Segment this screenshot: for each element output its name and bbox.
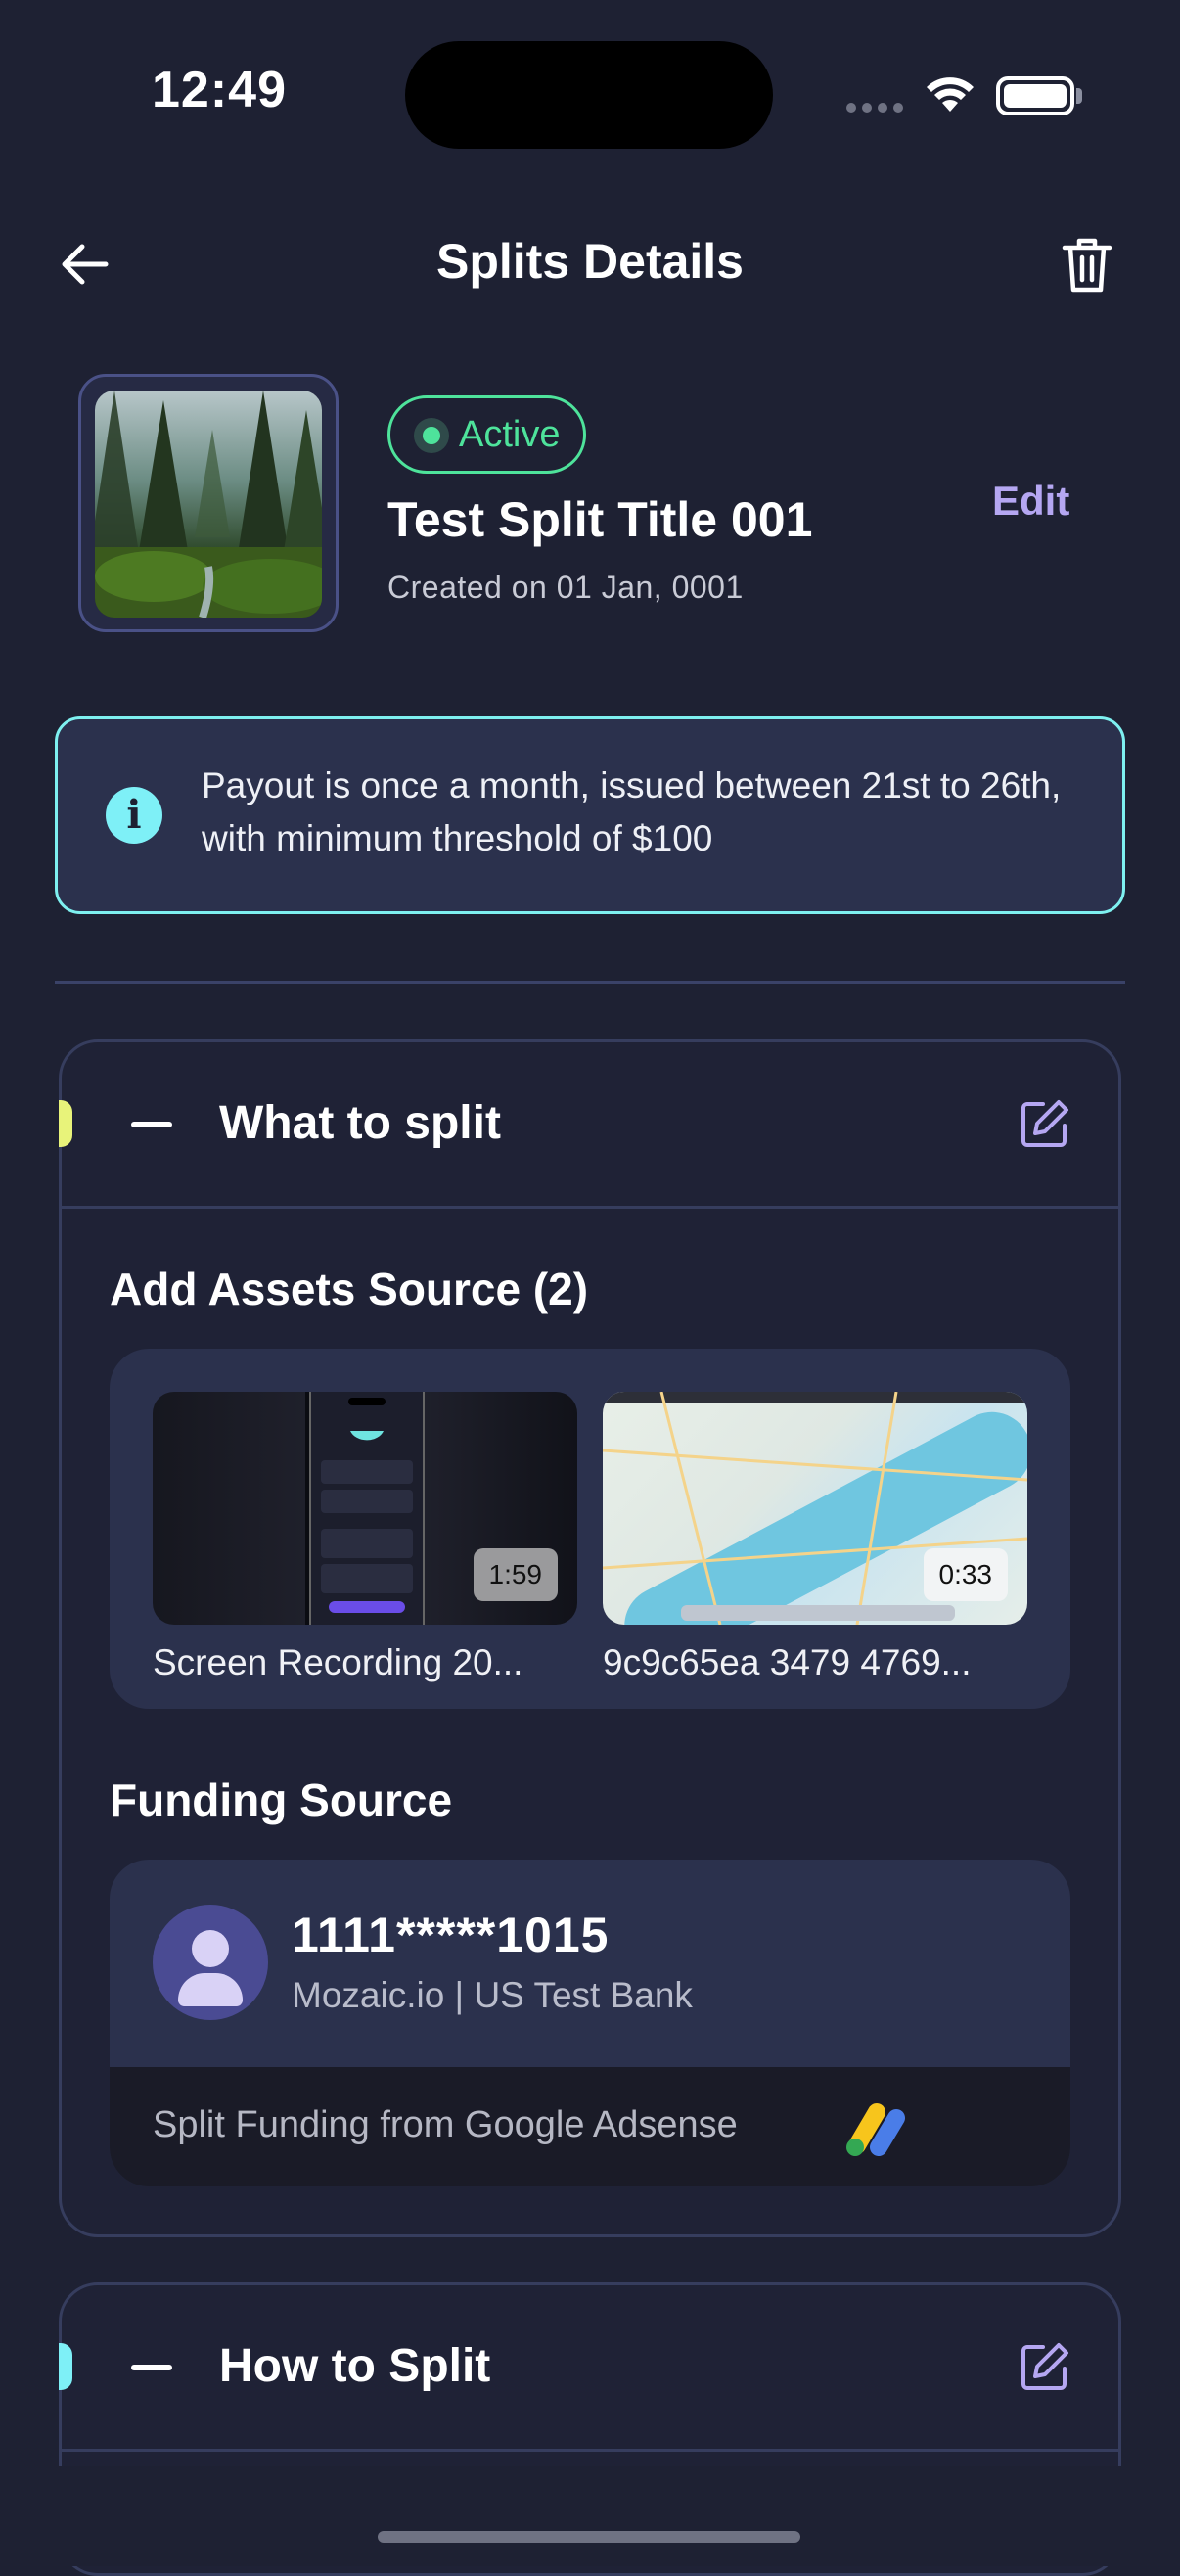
divider <box>55 981 1125 984</box>
account-bank: Mozaic.io | US Test Bank <box>292 1975 693 2015</box>
asset-name: 9c9c65ea 3479 4769... <box>603 1642 972 1682</box>
duration-badge: 1:59 <box>473 1548 558 1601</box>
edit-button[interactable]: Edit <box>992 478 1069 525</box>
funding-card[interactable]: 1111*****1015 Mozaic.io | US Test Bank S… <box>110 1860 1070 2186</box>
dynamic-island <box>405 41 773 149</box>
battery-tip <box>1076 88 1082 104</box>
account-number: 1111*****1015 <box>292 1908 610 1962</box>
created-date: Created on 01 Jan, 0001 <box>387 570 744 605</box>
collapse-icon[interactable] <box>131 1122 172 1127</box>
phone-screenshot <box>309 1392 425 1625</box>
status-time: 12:49 <box>152 62 287 118</box>
trash-icon[interactable] <box>1055 233 1119 298</box>
collapse-icon[interactable] <box>131 2365 172 2370</box>
split-thumbnail <box>78 374 339 632</box>
page-title: Splits Details <box>436 234 744 289</box>
assets-title: Add Assets Source (2) <box>110 1264 589 1314</box>
funding-title: Funding Source <box>110 1774 453 1825</box>
funding-note: Split Funding from Google Adsense <box>153 2104 738 2145</box>
wifi-icon <box>927 77 974 112</box>
pencil-edit-icon[interactable] <box>1018 2339 1072 2394</box>
google-adsense-icon <box>846 2103 905 2156</box>
funding-footer: Split Funding from Google Adsense <box>110 2067 1070 2186</box>
section-title[interactable]: How to Split <box>219 2339 490 2393</box>
section-title[interactable]: What to split <box>219 1096 501 1150</box>
section-separator <box>59 2449 1121 2452</box>
info-text: Payout is once a month, issued between 2… <box>202 765 1062 858</box>
battery-icon <box>996 76 1074 115</box>
status-badge: Active <box>387 395 587 474</box>
bottom-mask <box>0 2466 1180 2566</box>
info-icon: i <box>106 787 162 844</box>
asset-name: Screen Recording 20... <box>153 1642 523 1682</box>
section-accent-marker <box>59 2343 72 2390</box>
section-separator <box>59 1206 1121 1209</box>
duration-badge: 0:33 <box>923 1548 1008 1601</box>
avatar-icon <box>153 1905 268 2020</box>
assets-list: 1:59 0:33 Screen Recording 20... 9c9c65e… <box>110 1349 1070 1709</box>
asset-thumbnail[interactable]: 0:33 <box>603 1392 1027 1625</box>
status-label: Active <box>459 413 561 455</box>
status-dot-icon <box>414 418 449 453</box>
pencil-edit-icon[interactable] <box>1018 1096 1072 1151</box>
section-accent-marker <box>59 1100 72 1147</box>
signal-icon <box>846 103 903 113</box>
split-title: Test Split Title 001 <box>387 492 813 547</box>
forest-image <box>95 391 322 618</box>
home-indicator[interactable] <box>378 2531 800 2543</box>
asset-thumbnail[interactable]: 1:59 <box>153 1392 577 1625</box>
